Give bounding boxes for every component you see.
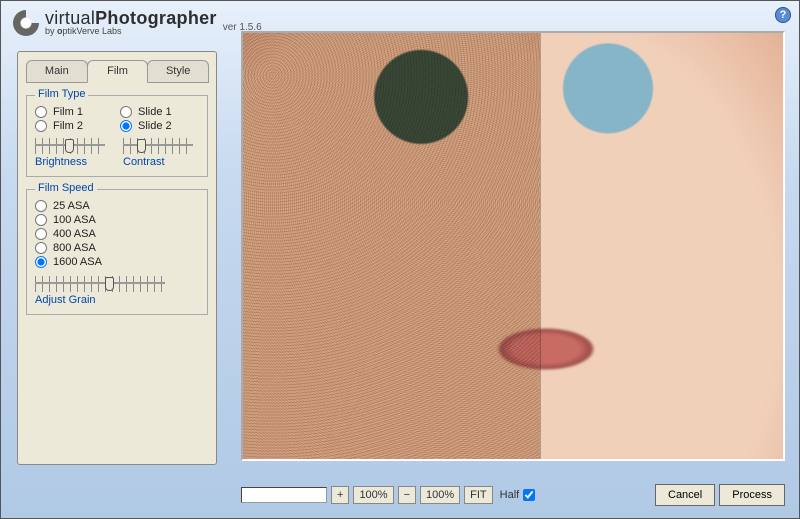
app-byline: by optikVerve Labs [45, 27, 217, 36]
group-film-speed: Film Speed 25 ASA 100 ASA 400 ASA 800 AS… [26, 189, 208, 315]
preview-original-half [540, 33, 783, 459]
half-checkbox[interactable] [523, 489, 535, 501]
preview-image[interactable] [241, 31, 785, 461]
zoom-fit-button[interactable]: FIT [464, 486, 493, 504]
tab-style[interactable]: Style [147, 60, 209, 83]
process-button[interactable]: Process [719, 484, 785, 506]
slider-grain[interactable]: Adjust Grain [35, 276, 175, 306]
group-film-type: Film Type Film 1 Slide 1 Film 2 Slide 2 … [26, 95, 208, 177]
tab-strip: Main Film Style [26, 60, 208, 83]
zoom-in-button[interactable]: + [331, 486, 349, 504]
radio-film2[interactable]: Film 2 [35, 120, 114, 132]
radio-1600asa[interactable]: 1600 ASA [35, 256, 199, 268]
tab-film[interactable]: Film [87, 60, 149, 83]
zoom-value: 100% [353, 486, 393, 504]
slider-brightness[interactable]: Brightness [35, 138, 111, 168]
title-bold: Photographer [95, 8, 217, 28]
legend-film-speed: Film Speed [35, 182, 97, 194]
zoom-100-button[interactable]: 100% [420, 486, 460, 504]
settings-panel: Main Film Style Film Type Film 1 Slide 1… [17, 51, 217, 465]
tab-main[interactable]: Main [26, 60, 88, 83]
film-speed-options: 25 ASA 100 ASA 400 ASA 800 ASA 1600 ASA [35, 200, 199, 268]
slider-contrast[interactable]: Contrast [123, 138, 199, 168]
radio-slide2[interactable]: Slide 2 [120, 120, 199, 132]
help-icon[interactable]: ? [775, 7, 791, 23]
radio-slide1[interactable]: Slide 1 [120, 106, 199, 118]
cancel-button[interactable]: Cancel [655, 484, 715, 506]
title-prefix: virtual [45, 8, 95, 28]
radio-800asa[interactable]: 800 ASA [35, 242, 199, 254]
app-title: virtualPhotographer [45, 9, 217, 27]
radio-film1[interactable]: Film 1 [35, 106, 114, 118]
radio-25asa[interactable]: 25 ASA [35, 200, 199, 212]
radio-400asa[interactable]: 400 ASA [35, 228, 199, 240]
bottom-controls: + 100% − 100% FIT Half Cancel Process [241, 484, 785, 506]
zoom-scrollbar[interactable] [241, 487, 327, 503]
preview-split-line [540, 33, 541, 459]
zoom-out-button[interactable]: − [398, 486, 416, 504]
half-label: Half [500, 489, 520, 501]
radio-100asa[interactable]: 100 ASA [35, 214, 199, 226]
film-type-options: Film 1 Slide 1 Film 2 Slide 2 [35, 106, 199, 132]
logo-icon [13, 10, 39, 36]
legend-film-type: Film Type [35, 88, 88, 100]
